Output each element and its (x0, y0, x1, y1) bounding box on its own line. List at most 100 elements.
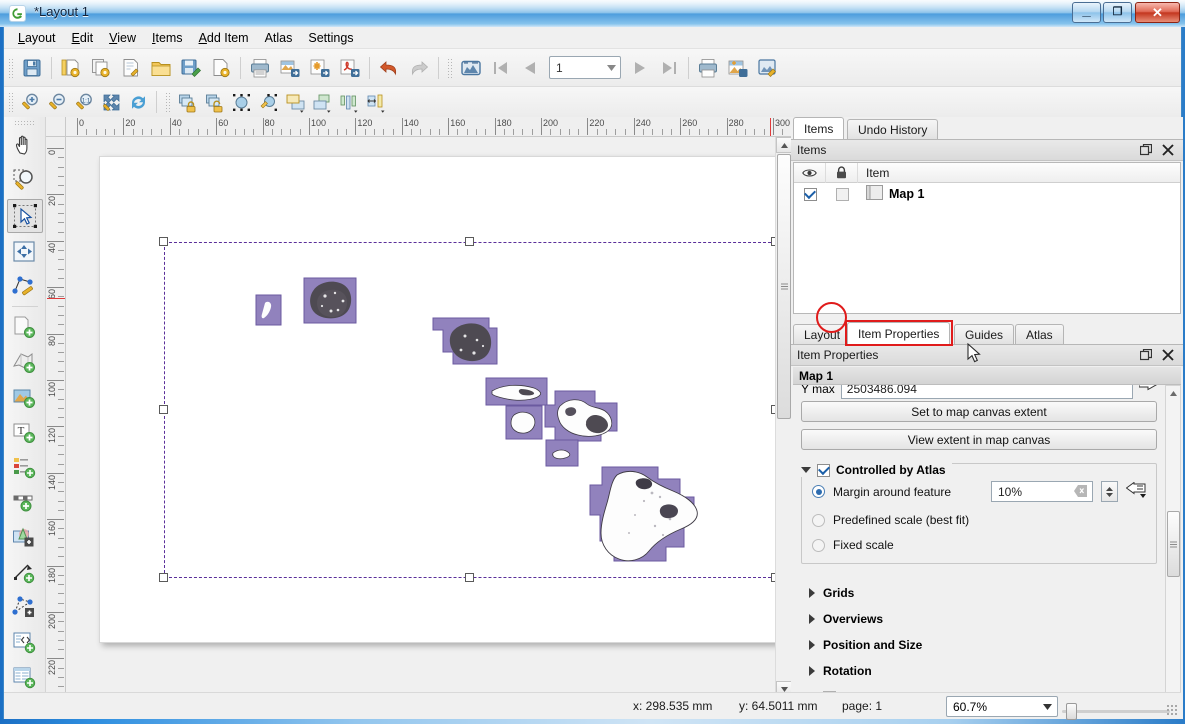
add-legend-icon[interactable] (7, 450, 43, 484)
items-list[interactable]: Item (793, 162, 1181, 314)
zoom-in-icon[interactable] (17, 89, 44, 116)
add-picture-icon[interactable] (7, 380, 43, 414)
close-button[interactable]: ✕ (1135, 2, 1180, 23)
resize-handle-w[interactable] (159, 405, 168, 414)
atlas-settings-icon[interactable] (753, 53, 783, 83)
add-arrow-icon[interactable] (7, 555, 43, 589)
ymax-field[interactable]: 2503486.094 (841, 385, 1133, 399)
add-table-icon[interactable] (7, 660, 43, 694)
atlas-page-spinbox[interactable]: 1 (549, 56, 621, 79)
export-pdf-icon[interactable] (335, 53, 365, 83)
resize-handle-nw[interactable] (159, 237, 168, 246)
canvas-v-scroll-thumb[interactable] (777, 154, 791, 419)
rotation-section[interactable]: Rotation (809, 658, 1165, 684)
resize-handle-sw[interactable] (159, 573, 168, 582)
export-image-icon[interactable] (275, 53, 305, 83)
expand-triangle-icon[interactable] (809, 614, 815, 624)
print-icon[interactable] (245, 53, 275, 83)
tab-items[interactable]: Items (793, 117, 844, 139)
add-label-icon[interactable]: T (7, 415, 43, 449)
menu-layout[interactable]: Layout (10, 29, 64, 47)
ungroup-items-icon[interactable] (255, 89, 282, 116)
zoom-slider[interactable] (1062, 703, 1170, 719)
select-item-icon[interactable] (7, 199, 43, 233)
move-item-content-icon[interactable] (7, 234, 43, 268)
toolbar-grip[interactable] (7, 57, 14, 79)
atlas-first-feature-icon[interactable] (486, 53, 516, 83)
item-properties-scrollarea[interactable]: Y max 2503486.094 Set to map canvas exte… (793, 385, 1181, 709)
window-resize-grip[interactable] (1166, 704, 1178, 716)
add-map-icon[interactable] (7, 345, 43, 379)
margin-spinner[interactable] (1101, 481, 1118, 502)
clear-icon[interactable] (1074, 485, 1087, 500)
properties-vertical-scrollbar[interactable] (1165, 385, 1181, 709)
tab-item-properties[interactable]: Item Properties (847, 322, 950, 344)
add-html-icon[interactable] (7, 625, 43, 659)
data-defined-override-icon[interactable] (1126, 482, 1146, 502)
lower-items-icon[interactable] (309, 89, 336, 116)
float-dock-icon[interactable] (1135, 349, 1157, 361)
overviews-section[interactable]: Overviews (809, 606, 1165, 632)
table-row[interactable]: Map 1 (794, 183, 1180, 205)
layout-page[interactable] (99, 156, 783, 643)
atlas-export-image-icon[interactable] (723, 53, 753, 83)
atlas-toolbar-grip[interactable] (446, 57, 453, 79)
zoom-slider-handle[interactable] (1066, 703, 1077, 720)
redo-icon[interactable] (404, 53, 434, 83)
view-extent-in-map-canvas-button[interactable]: View extent in map canvas (801, 429, 1157, 450)
menu-items[interactable]: Items (144, 29, 191, 47)
data-defined-override-icon[interactable] (1139, 385, 1157, 398)
maximize-button[interactable]: ❐ (1103, 2, 1132, 23)
save-template-icon[interactable] (176, 53, 206, 83)
pan-layout-icon[interactable] (7, 129, 43, 163)
grids-section[interactable]: Grids (809, 580, 1165, 606)
map-item-map-1[interactable] (164, 242, 776, 578)
zoom-out-icon[interactable] (44, 89, 71, 116)
atlas-print-icon[interactable] (693, 53, 723, 83)
fixed-scale-radio[interactable] (812, 539, 825, 552)
raise-items-icon[interactable] (282, 89, 309, 116)
set-to-map-canvas-extent-button[interactable]: Set to map canvas extent (801, 401, 1157, 422)
left-toolbar-grip[interactable] (14, 120, 36, 127)
position-and-size-section[interactable]: Position and Size (809, 632, 1165, 658)
lock-items-icon[interactable] (174, 89, 201, 116)
scroll-up-arrow[interactable] (776, 137, 792, 153)
refresh-icon[interactable] (125, 89, 152, 116)
tab-undo-history[interactable]: Undo History (847, 119, 938, 139)
zoom-tool-icon[interactable] (7, 164, 43, 198)
close-icon[interactable] (1157, 144, 1179, 156)
duplicate-layout-icon[interactable] (86, 53, 116, 83)
float-dock-icon[interactable] (1135, 144, 1157, 156)
atlas-preview-icon[interactable] (456, 53, 486, 83)
menu-atlas[interactable]: Atlas (257, 29, 301, 47)
add-node-item-icon[interactable] (7, 590, 43, 624)
zoom-level-combobox[interactable]: 60.7% (946, 696, 1058, 717)
zoom-full-icon[interactable]: 1:1 (71, 89, 98, 116)
layout-manager-icon[interactable] (116, 53, 146, 83)
new-layout-icon[interactable] (56, 53, 86, 83)
scroll-up-arrow[interactable] (1166, 386, 1180, 400)
align-items-icon[interactable] (336, 89, 363, 116)
menu-add-item[interactable]: Add Item (191, 29, 257, 47)
atlas-next-feature-icon[interactable] (624, 53, 654, 83)
canvas-vertical-scrollbar[interactable] (775, 137, 791, 697)
canvas-viewport[interactable] (67, 138, 812, 697)
chevron-down-icon[interactable] (1037, 704, 1057, 710)
atlas-previous-feature-icon[interactable] (516, 53, 546, 83)
add-page-icon[interactable] (7, 310, 43, 344)
zoom-to-extent-icon[interactable] (98, 89, 125, 116)
menu-edit[interactable]: Edit (64, 29, 102, 47)
resize-handle-s[interactable] (465, 573, 474, 582)
minimize-button[interactable]: _ (1072, 2, 1101, 23)
tab-atlas[interactable]: Atlas (1015, 324, 1064, 344)
tab-layout[interactable]: Layout (793, 324, 851, 344)
collapse-triangle-icon[interactable] (801, 467, 811, 473)
expand-triangle-icon[interactable] (809, 666, 815, 676)
margin-value-field[interactable]: 10% (991, 481, 1093, 502)
tab-guides[interactable]: Guides (954, 324, 1014, 344)
group-items-icon[interactable] (228, 89, 255, 116)
expand-triangle-icon[interactable] (809, 588, 815, 598)
add-scalebar-icon[interactable] (7, 485, 43, 519)
item-lock-checkbox[interactable] (826, 188, 858, 201)
expand-triangle-icon[interactable] (809, 640, 815, 650)
